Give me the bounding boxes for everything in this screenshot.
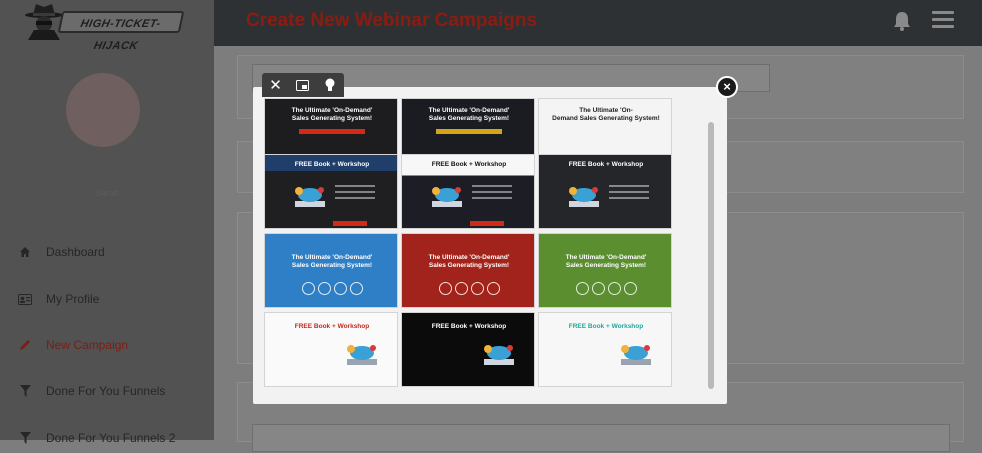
modal-close-button[interactable]: × bbox=[716, 76, 738, 98]
cta-bar bbox=[436, 129, 502, 134]
id-card-icon bbox=[18, 292, 32, 306]
template-headline: The Ultimate 'On-Demand' bbox=[428, 254, 510, 261]
template-headline: The Ultimate 'On- bbox=[579, 107, 633, 114]
template-grid: The Ultimate 'On-Demand' Sales Generatin… bbox=[264, 98, 672, 390]
template-headline: FREE Book + Workshop bbox=[294, 161, 370, 168]
template-subheadline: Sales Generating System! bbox=[291, 115, 373, 122]
window-icon[interactable] bbox=[289, 73, 316, 97]
bell-icon[interactable] bbox=[891, 10, 913, 32]
template-headline: FREE Book + Workshop bbox=[568, 323, 644, 330]
sidebar-item-label: New Campaign bbox=[46, 338, 129, 352]
bottom-field[interactable] bbox=[252, 424, 950, 452]
modal-scrollbar-thumb[interactable] bbox=[708, 122, 714, 389]
template-thumbnail[interactable]: FREE Book + Workshop bbox=[538, 312, 672, 387]
template-thumbnail[interactable]: FREE Book + Workshop bbox=[264, 312, 398, 387]
close-icon[interactable]: ✕ bbox=[262, 73, 289, 97]
page-title: Create New Webinar Campaigns bbox=[246, 10, 538, 31]
avatar[interactable] bbox=[66, 73, 140, 147]
sidebar-item-dashboard[interactable]: Dashboard bbox=[0, 237, 214, 267]
cloud-laptop-icon bbox=[295, 187, 325, 207]
template-thumbnail[interactable]: FREE Book + Workshop bbox=[401, 154, 535, 229]
cloud-laptop-icon bbox=[484, 345, 514, 365]
filter-icon bbox=[18, 431, 32, 445]
template-headline: The Ultimate 'On-Demand' bbox=[565, 254, 647, 261]
template-thumbnail[interactable]: FREE Book + Workshop bbox=[264, 154, 398, 229]
cta-bar bbox=[333, 221, 367, 226]
lightbulb-icon[interactable] bbox=[316, 73, 343, 97]
cta-bar bbox=[299, 129, 365, 134]
topbar: Create New Webinar Campaigns bbox=[214, 0, 982, 46]
template-thumbnail[interactable]: The Ultimate 'On-Demand' Sales Generatin… bbox=[401, 233, 535, 308]
template-headline: FREE Book + Workshop bbox=[568, 161, 644, 168]
template-headline: The Ultimate 'On-Demand' bbox=[291, 107, 373, 114]
template-subheadline: Sales Generating System! bbox=[428, 115, 510, 122]
template-subheadline: Sales Generating System! bbox=[428, 262, 510, 269]
sidebar-item-new-campaign[interactable]: New Campaign bbox=[0, 330, 214, 360]
template-thumbnail[interactable]: FREE Book + Workshop bbox=[538, 154, 672, 229]
sidebar-item-done-for-you-funnels[interactable]: Done For You Funnels bbox=[0, 376, 214, 406]
template-headline: FREE Book + Workshop bbox=[294, 323, 370, 330]
cloud-laptop-icon bbox=[621, 345, 651, 365]
template-subheadline: Demand Sales Generating System! bbox=[552, 115, 660, 122]
sidebar: HIGH-TICKET-HIJACK Sarah Dashboard My Pr… bbox=[0, 0, 214, 445]
template-headline: FREE Book + Workshop bbox=[431, 323, 507, 330]
username: Sarah bbox=[94, 188, 120, 198]
cloud-laptop-icon bbox=[569, 187, 599, 207]
template-thumbnail[interactable]: The Ultimate 'On-Demand' Sales Generatin… bbox=[264, 233, 398, 308]
pencil-icon bbox=[18, 338, 32, 352]
home-icon bbox=[18, 245, 32, 259]
template-thumbnail[interactable]: FREE Book + Workshop bbox=[401, 312, 535, 387]
sidebar-item-label: Done For You Funnels bbox=[46, 384, 166, 398]
spy-hat-icon bbox=[25, 4, 63, 40]
sidebar-item-label: My Profile bbox=[46, 292, 100, 306]
template-subheadline: Sales Generating System! bbox=[565, 262, 647, 269]
hamburger-menu-icon[interactable] bbox=[932, 11, 954, 29]
cta-bar bbox=[470, 221, 504, 226]
sidebar-item-label: Done For You Funnels 2 bbox=[46, 431, 176, 445]
sidebar-item-my-profile[interactable]: My Profile bbox=[0, 284, 214, 314]
template-headline: FREE Book + Workshop bbox=[431, 161, 507, 168]
template-thumbnail[interactable]: The Ultimate 'On-Demand' Sales Generatin… bbox=[538, 233, 672, 308]
brand-logo[interactable]: HIGH-TICKET-HIJACK bbox=[24, 2, 185, 52]
cloud-laptop-icon bbox=[432, 187, 462, 207]
filter-icon bbox=[18, 384, 32, 398]
template-subheadline: Sales Generating System! bbox=[291, 262, 373, 269]
modal-toolbar: ✕ bbox=[262, 73, 344, 97]
sidebar-item-label: Dashboard bbox=[46, 245, 105, 259]
cloud-laptop-icon bbox=[347, 345, 377, 365]
brand-name: HIGH-TICKET-HIJACK bbox=[57, 11, 185, 52]
template-headline: The Ultimate 'On-Demand' bbox=[291, 254, 373, 261]
template-headline: The Ultimate 'On-Demand' bbox=[428, 107, 510, 114]
sidebar-item-done-for-you-funnels-2[interactable]: Done For You Funnels 2 bbox=[0, 423, 214, 453]
